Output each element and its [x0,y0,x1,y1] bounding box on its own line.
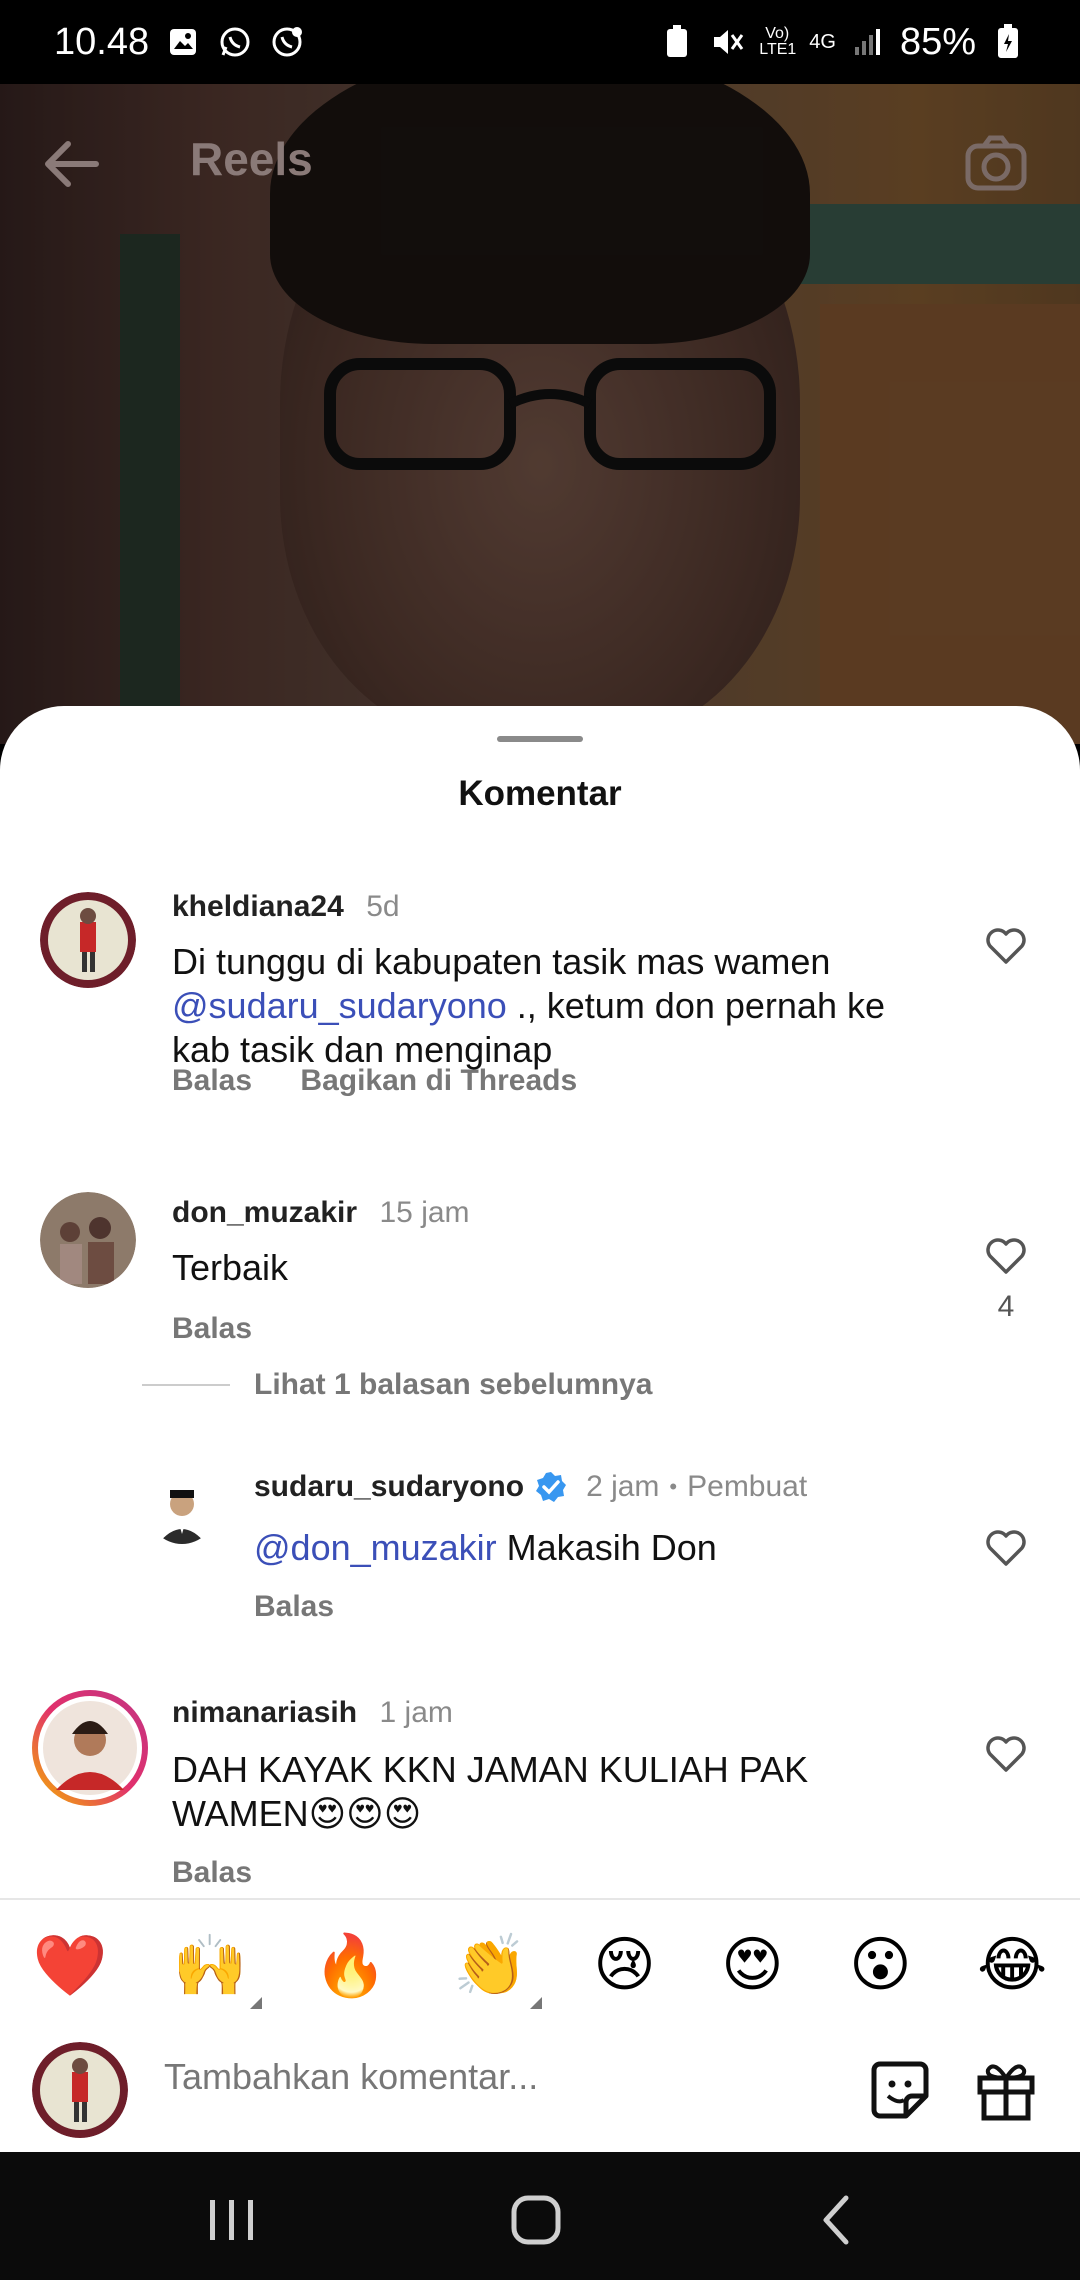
heart-icon[interactable] [984,1234,1028,1278]
reaction-raised-hands[interactable]: 🙌 [172,1930,262,2009]
avatar [38,1696,142,1800]
comment-username[interactable]: don_muzakir [172,1196,357,1229]
comment-time: 1 jam [379,1696,453,1729]
like-count: 4 [997,1290,1015,1323]
heart-icon[interactable] [984,1526,1028,1570]
reply-username[interactable]: sudaru_sudaryono [254,1470,524,1504]
reaction-surprised[interactable]: 😮 [849,1930,912,2000]
reaction-heart-eyes[interactable]: 😍 [721,1930,784,2000]
battery-icon [990,24,1026,60]
whatsapp-business-icon [269,24,305,60]
reply-text-body: Makasih Don [496,1527,717,1568]
comment-username[interactable]: kheldiana24 [172,890,344,923]
share-threads-button[interactable]: Bagikan di Threads [300,1064,577,1097]
reaction-heart[interactable]: ❤️ [33,1930,108,2001]
comment-actions: Balas [172,1312,292,1346]
comment-text: Terbaik [172,1247,289,1288]
mention-link[interactable]: @sudaru_sudaryono [172,985,507,1026]
reaction-clap[interactable]: 👏 [453,1930,542,2009]
home-icon[interactable] [508,2192,564,2248]
mention-link[interactable]: @don_muzakir [254,1527,497,1568]
mute-icon [709,24,745,60]
comment-time: 15 jam [379,1196,470,1229]
reply-time: 2 jam [586,1470,660,1503]
comment-text: Di tunggu di kabupaten tasik mas wamen @… [172,940,952,1072]
recent-apps-icon[interactable] [204,2196,260,2244]
reply-button[interactable]: Balas [172,1312,252,1345]
battery-percent: 85% [899,20,976,63]
gift-icon[interactable] [974,2058,1038,2122]
quick-reactions-bar: ❤️ 🙌 🔥 👏 😢 😍 😮 😂 [0,1898,1080,2030]
comment-username[interactable]: nimanariasih [172,1696,357,1729]
avatar-story-ring[interactable] [32,1690,148,1806]
avatar[interactable] [40,1192,136,1288]
comment-actions: Balas [172,1856,292,1890]
comment-input-bar: Tambahkan komentar... [0,2028,1080,2152]
comment-item: kheldiana24 5d Di tunggu di kabupaten ta… [0,886,1080,1106]
gallery-icon [165,24,201,60]
reels-header: Reels [0,84,1080,234]
system-nav-bar [0,2152,1080,2280]
reply-button[interactable]: Balas [172,1856,252,1889]
reply-actions: Balas [254,1590,374,1624]
heart-icon[interactable] [984,924,1028,968]
skin-tone-indicator [249,1996,262,2009]
reply-separator: • [669,1474,678,1499]
volte-label: Vo) LTE1 [759,25,797,58]
drag-handle[interactable] [497,736,583,742]
back-arrow-icon[interactable] [40,132,104,196]
reaction-crying[interactable]: 😢 [593,1930,656,2000]
comment-input[interactable]: Tambahkan komentar... [164,2056,538,2098]
sheet-title: Komentar [458,774,622,813]
view-replies-label[interactable]: Lihat 1 balasan sebelumnya [254,1368,652,1402]
signal-icon [850,24,886,60]
status-bar: 10.48 Vo) LTE1 4G 85% [0,0,1080,84]
status-time: 10.48 [54,20,150,63]
battery-saver-icon [659,24,695,60]
comment-item: don_muzakir 15 jam Terbaik Balas 4 [0,1192,1080,1345]
heart-icon[interactable] [984,1732,1028,1776]
reaction-fire[interactable]: 🔥 [313,1930,388,2001]
sticker-icon[interactable] [868,2058,932,2122]
reply-button[interactable]: Balas [254,1590,334,1623]
avatar[interactable] [40,892,136,988]
verified-badge-icon [536,1472,567,1502]
whatsapp-icon [217,24,253,60]
reply-text: @don_muzakir Makasih Don [254,1526,717,1570]
reaction-laughing[interactable]: 😂 [977,1930,1047,2000]
reply-item: sudaru_sudaryono 2 jam • Pembuat @don_mu… [0,1466,1080,1626]
comment-item: nimanariasih 1 jam DAH KAYAK KKN JAMAN K… [0,1690,1080,1890]
reply-thread-line [142,1384,230,1386]
back-icon[interactable] [816,2192,856,2248]
my-avatar [32,2042,128,2138]
reaction-clap-glyph: 👏 [453,1931,528,1999]
avatar[interactable] [148,1476,216,1544]
network-type-label: 4G [809,30,836,53]
reaction-raised-hands-glyph: 🙌 [172,1931,248,1999]
comment-text: DAH KAYAK KKN JAMAN KULIAH PAK WAMEN😍😍😍 [172,1749,809,1834]
comment-actions: Balas Bagikan di Threads [172,1064,617,1098]
comment-text-start: Di tunggu di kabupaten tasik mas wamen [172,941,831,982]
page-title: Reels [190,133,313,185]
comment-time: 5d [366,890,400,923]
skin-tone-indicator [529,1996,542,2009]
creator-label: Pembuat [687,1470,808,1503]
camera-icon[interactable] [964,132,1028,196]
reply-button[interactable]: Balas [172,1064,252,1097]
view-replies[interactable]: Lihat 1 balasan sebelumnya [142,1368,652,1402]
